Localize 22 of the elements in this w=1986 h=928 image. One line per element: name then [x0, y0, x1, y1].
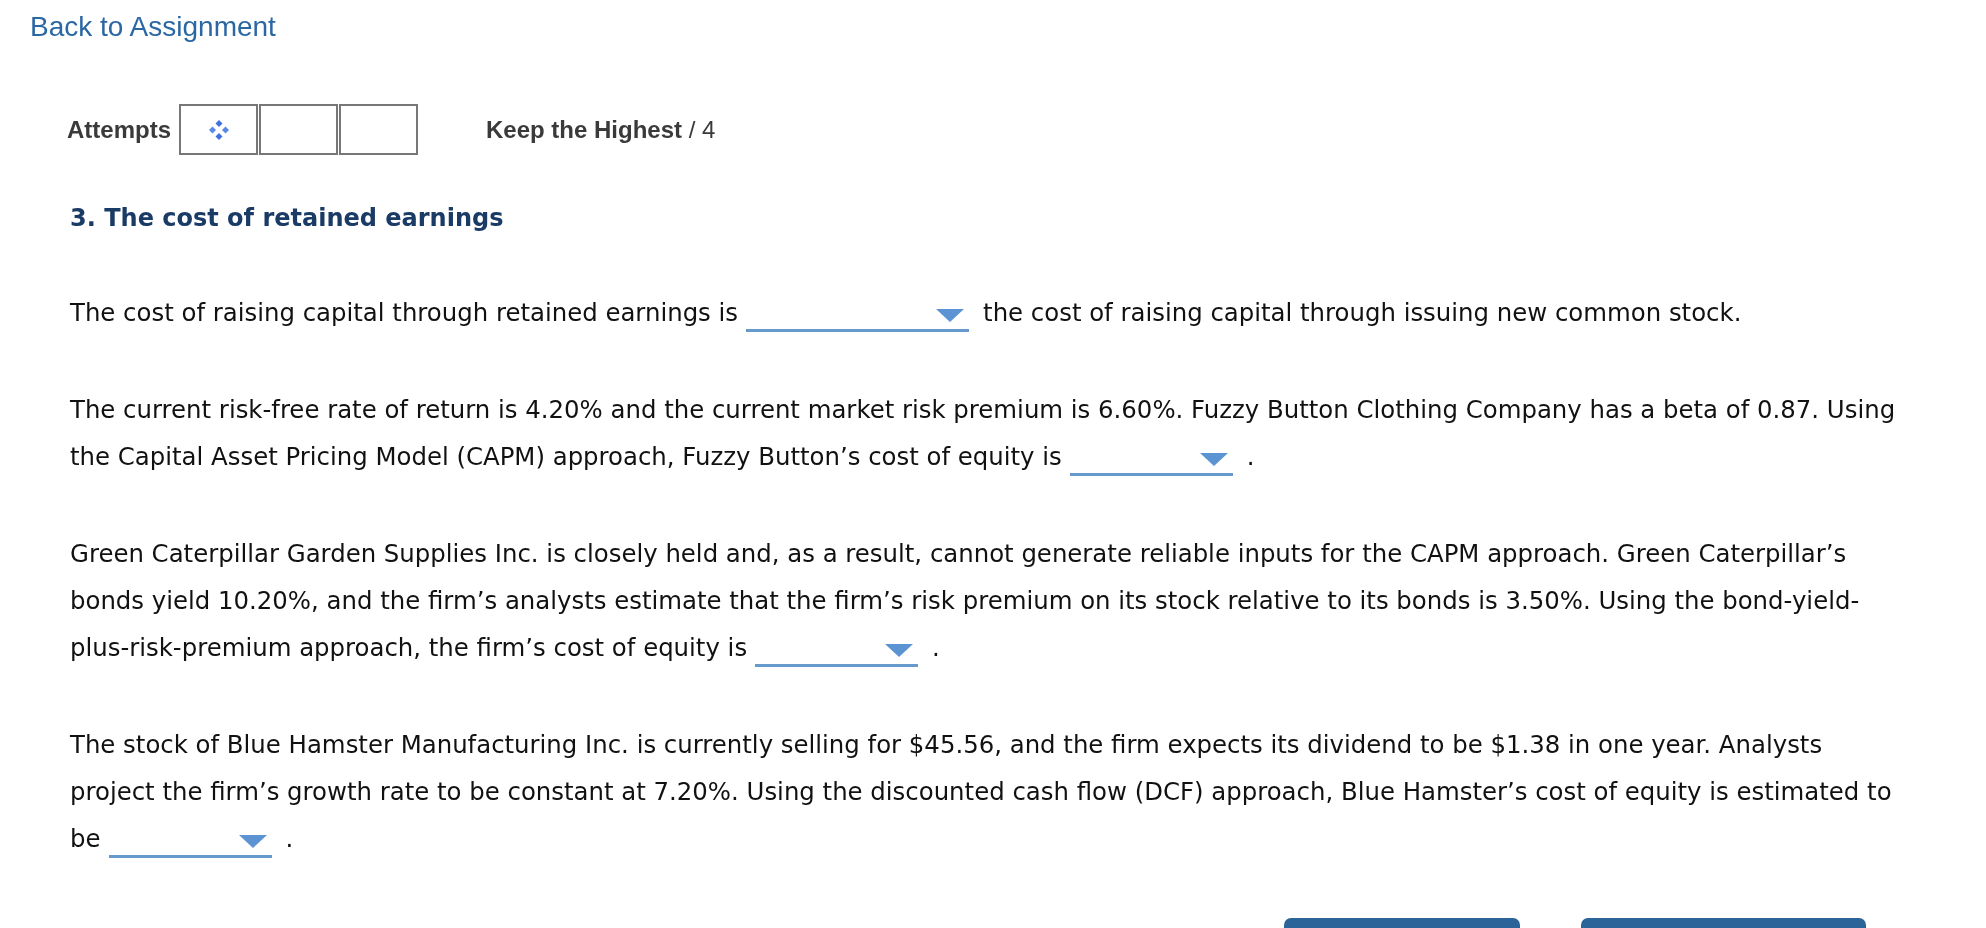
question-title: 3. The cost of retained earnings: [70, 203, 504, 233]
question-text: .: [285, 824, 294, 853]
question-text: .: [932, 633, 940, 662]
caret-down-icon: [1199, 453, 1228, 466]
question-text: be: [70, 824, 101, 853]
question-text: project the firm’s growth rate to be constant at 7.20%. Using the discounted cash flow (DCF) approach, Blue Hamster’s cost of equity is estimated to: [70, 777, 1892, 806]
caret-down-icon: [885, 644, 914, 657]
question-text: the Capital Asset Pricing Model (CAPM) approach, Fuzzy Button’s cost of equity is: [70, 442, 1062, 471]
question-text: the cost of raising capital through issuing new common stock.: [983, 298, 1742, 327]
question-text: The stock of Blue Hamster Manufacturing Inc. is currently selling for $45.56, and the firm expects its dividend to be $1.38 in one year. Analysts: [70, 730, 1823, 759]
attempts-label: Attempts: [67, 114, 171, 145]
question-text: bonds yield 10.20%, and the firm’s analysts estimate that the firm’s risk premium on its stock relative to its bonds is 3.50%. Using the bond-yield-: [70, 586, 1860, 615]
back-link[interactable]: Back to Assignment: [30, 10, 276, 44]
question-text: The cost of raising capital through retained earnings is: [70, 298, 739, 327]
diamond-dots-icon: [207, 118, 230, 141]
caret-down-icon: [936, 309, 965, 322]
grading-policy-text: Keep the Highest / 4: [486, 114, 716, 145]
question-text: Green Caterpillar Garden Supplies Inc. is closely held and, as a result, cannot generate reliable inputs for the CAPM approach. Green Caterpillar’s: [70, 539, 1847, 568]
question-text: The current risk-free rate of return is 4.20% and the current market risk premium is 6.60%. Fuzzy Button Clothing Company has a beta of 0.87. Using: [70, 395, 1896, 424]
caret-down-icon: [238, 835, 267, 848]
question-text: plus-risk-premium approach, the firm’s cost of equity is: [70, 633, 748, 662]
question-text: .: [1246, 442, 1255, 471]
